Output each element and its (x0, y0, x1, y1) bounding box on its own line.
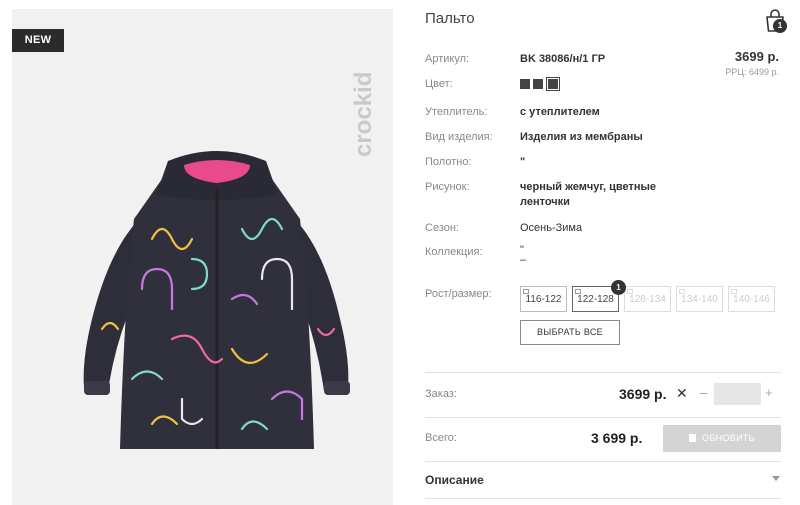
checkbox-icon (679, 289, 685, 294)
season-label: Сезон: (425, 222, 459, 234)
pattern-label: Рисунок: (425, 181, 470, 193)
jacket-image (83, 151, 350, 449)
insulation-value: с утеплителем (520, 106, 600, 118)
size-option[interactable]: 116-122 (520, 286, 567, 312)
divider (425, 498, 781, 499)
order-price: 3699 р. (619, 386, 667, 402)
quantity-input[interactable] (714, 383, 761, 405)
new-badge: NEW (12, 29, 64, 52)
size-option-label: 134-140 (681, 294, 718, 305)
product-price: 3699 р. (734, 49, 779, 64)
checkbox-icon (523, 289, 529, 294)
brand-logo: crockid (350, 72, 377, 157)
product-title: Пальто (425, 10, 475, 27)
size-label: Рост/размер: (425, 288, 492, 300)
select-all-button[interactable]: ВЫБРАТЬ ВСЕ (520, 320, 620, 345)
chevron-down-icon[interactable] (772, 476, 780, 481)
insulation-label: Утеплитель: (425, 106, 488, 118)
fabric-value: " (520, 156, 526, 168)
divider (425, 417, 781, 418)
size-options: 116-122 122-128 128-134 134-140 140-146 (520, 286, 775, 312)
type-label: Вид изделия: (425, 131, 493, 143)
size-option-label: 116-122 (525, 294, 562, 305)
size-option-label: 122-128 (577, 294, 614, 305)
pattern-value-line1: черный жемчуг, цветные (520, 181, 656, 193)
pattern-value-line2: ленточки (520, 196, 570, 208)
color-swatch-selected[interactable] (546, 77, 560, 91)
size-option-unavailable: 128-134 (624, 286, 671, 312)
size-count-badge: 1 (611, 280, 626, 295)
order-label: Заказ: (425, 388, 457, 400)
article-value: BK 38086/н/1 ГР (520, 53, 606, 65)
size-option-unavailable: 134-140 (676, 286, 723, 312)
type-value: Изделия из мембраны (520, 131, 643, 143)
color-swatch[interactable] (520, 79, 530, 89)
update-button-label: ОБНОВИТЬ (702, 433, 755, 443)
increase-button[interactable]: + (765, 385, 773, 400)
cart-small-icon (689, 434, 697, 442)
color-swatch[interactable] (533, 79, 543, 89)
divider (425, 461, 781, 462)
rrp-price: РРЦ: 6499 р. (725, 67, 779, 77)
description-toggle[interactable]: Описание (425, 473, 484, 487)
brand-text: crockid (350, 72, 377, 157)
update-button[interactable]: ОБНОВИТЬ (663, 425, 781, 452)
size-option-label: 140-146 (733, 294, 770, 305)
divider (425, 372, 781, 373)
season-value: Осень-Зима (520, 222, 583, 234)
decrease-button[interactable]: – (700, 385, 707, 400)
checkbox-icon (575, 289, 581, 294)
fabric-label: Полотно: (425, 156, 472, 168)
collection-value-line2: – (520, 254, 527, 266)
remove-icon[interactable]: ✕ (676, 385, 688, 402)
article-label: Артикул: (425, 53, 470, 65)
cart-count-badge: 1 (773, 19, 787, 33)
checkbox-icon (627, 289, 633, 294)
color-label: Цвет: (425, 78, 453, 90)
total-label: Всего: (425, 432, 457, 444)
size-option-label: 128-134 (629, 294, 666, 305)
size-option-unavailable: 140-146 (728, 286, 775, 312)
checkbox-icon (731, 289, 737, 294)
color-swatches (520, 77, 560, 91)
total-price: 3 699 р. (591, 430, 643, 446)
collection-label: Коллекция: (425, 246, 483, 258)
